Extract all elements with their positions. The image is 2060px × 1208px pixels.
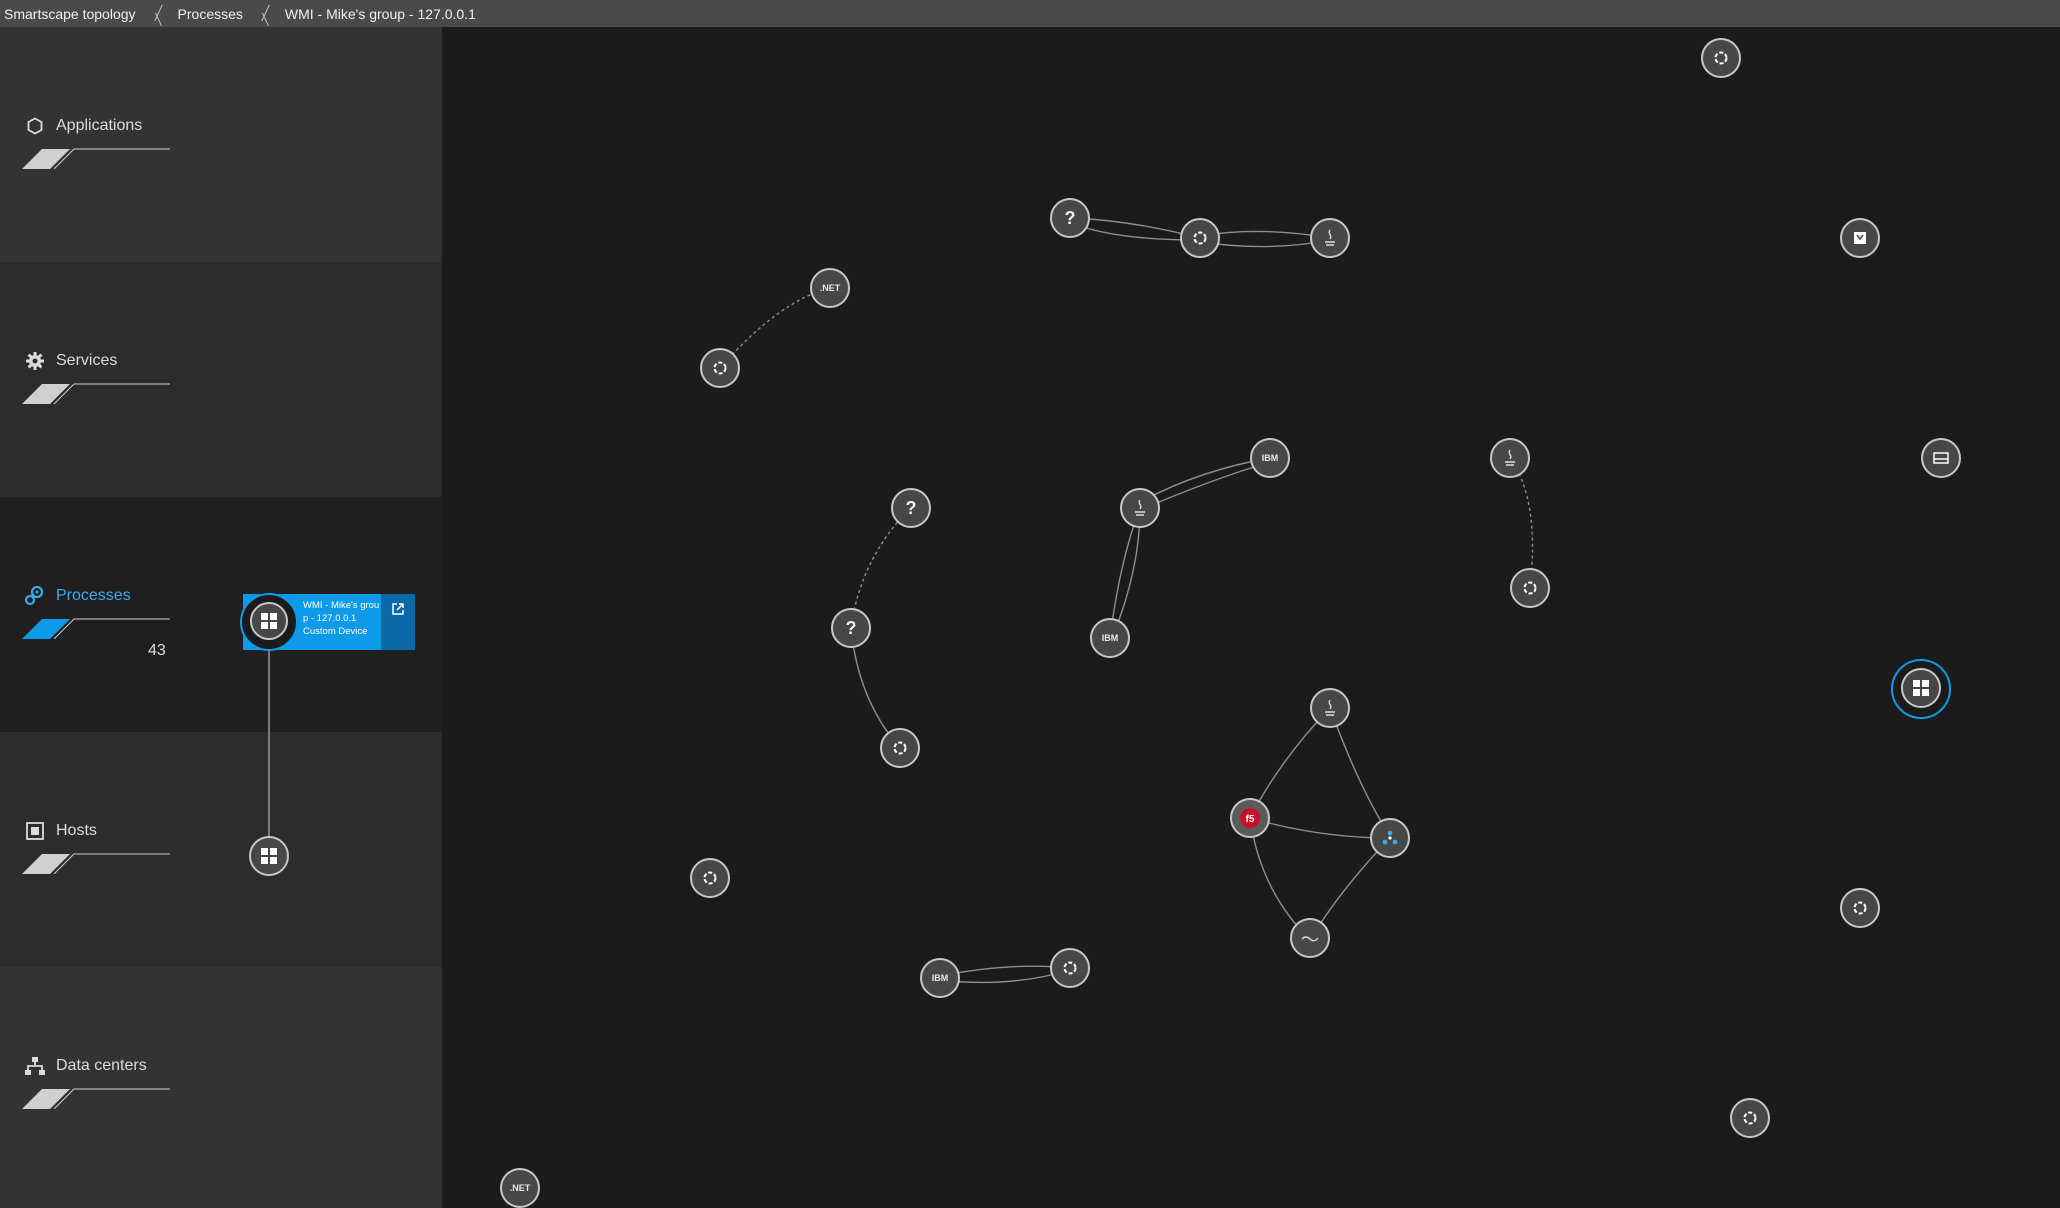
- java-icon: [1135, 499, 1145, 516]
- java-icon: [1325, 229, 1335, 246]
- external-link-icon: [392, 603, 404, 615]
- breadcrumb-bar: Smartscape topology Processes WMI - Mike…: [0, 0, 2060, 27]
- process-node-ibm[interactable]: IBM: [920, 958, 960, 998]
- selected-process-text: WMI - Mike's group - 127.0.0.1 Custom De…: [303, 599, 381, 638]
- process-node-ibm[interactable]: IBM: [1250, 438, 1290, 478]
- generic-process-icon: [1063, 961, 1077, 975]
- process-node-windows-selected[interactable]: [1901, 668, 1941, 708]
- process-node-generic[interactable]: [1510, 568, 1550, 608]
- layer-hosts[interactable]: Hosts: [0, 732, 442, 967]
- generic-process-icon: [1714, 51, 1728, 65]
- selected-process-title: WMI - Mike's group - 127.0.0.1: [303, 600, 380, 624]
- process-node-generic[interactable]: [880, 728, 920, 768]
- layer-header: Applications: [24, 115, 142, 137]
- process-node-unknown[interactable]: ?: [831, 608, 871, 648]
- breadcrumb-smartscape-topology[interactable]: Smartscape topology: [0, 0, 140, 27]
- layer-label: Services: [56, 352, 118, 369]
- topology-canvas[interactable]: [442, 27, 2060, 1208]
- breadcrumb-separator-icon: [255, 0, 269, 27]
- layer-label: Hosts: [56, 822, 97, 839]
- breadcrumb-label: WMI - Mike's group - 127.0.0.1: [284, 5, 476, 22]
- process-node-unknown[interactable]: ?: [891, 488, 931, 528]
- server-icon: [1854, 232, 1866, 244]
- layer-header: Processes: [24, 585, 131, 607]
- generic-process-icon: [713, 361, 727, 375]
- process-node-network[interactable]: [1370, 818, 1410, 858]
- generic-process-icon: [703, 871, 717, 885]
- process-node-dotnet[interactable]: .NET: [500, 1168, 540, 1208]
- ibm-icon: IBM: [931, 973, 949, 983]
- breadcrumb-label: Processes: [177, 5, 243, 22]
- host-icon: [24, 820, 46, 842]
- java-icon: [1325, 699, 1335, 716]
- hexagon-icon: [24, 115, 46, 137]
- layer-data-centers[interactable]: Data centers: [0, 967, 442, 1208]
- process-node-java[interactable]: [1120, 488, 1160, 528]
- network-icon: [1382, 830, 1398, 845]
- process-node-java[interactable]: [1490, 438, 1530, 478]
- process-node-dotnet[interactable]: .NET: [810, 268, 850, 308]
- process-node-storage[interactable]: [1921, 438, 1961, 478]
- breadcrumb-label: Smartscape topology: [4, 5, 136, 22]
- layer-services[interactable]: Services: [0, 262, 442, 497]
- gear-icon: [24, 350, 46, 372]
- storage-icon: [1933, 452, 1949, 464]
- breadcrumb-processes[interactable]: Processes: [174, 0, 247, 27]
- generic-process-icon: [1193, 231, 1207, 245]
- windows-icon: [1913, 680, 1929, 696]
- processes-icon: [24, 585, 46, 607]
- dotnet-icon: .NET: [509, 1183, 531, 1193]
- layer-header: Data centers: [24, 1055, 147, 1077]
- process-node-java[interactable]: [1310, 218, 1350, 258]
- generic-process-icon: [1523, 581, 1537, 595]
- layer-label: Applications: [56, 117, 143, 134]
- layer-applications[interactable]: Applications: [0, 27, 442, 262]
- layer-count: 43: [148, 642, 166, 659]
- process-node-f5[interactable]: f5: [1230, 798, 1270, 838]
- process-node-java[interactable]: [1310, 688, 1350, 728]
- unknown-process-icon: ?: [905, 497, 917, 518]
- process-node-mongodb[interactable]: [1290, 918, 1330, 958]
- breadcrumb-current-process[interactable]: WMI - Mike's group - 127.0.0.1: [281, 0, 480, 27]
- process-node-generic[interactable]: [1050, 948, 1090, 988]
- windows-icon: [261, 848, 277, 864]
- windows-icon: [250, 602, 288, 640]
- process-node-generic[interactable]: [700, 348, 740, 388]
- process-node-ibm[interactable]: IBM: [1090, 618, 1130, 658]
- process-node-generic[interactable]: [1730, 1098, 1770, 1138]
- mongodb-icon: [1301, 936, 1319, 942]
- datacenter-icon: [24, 1055, 46, 1077]
- f5-icon: f5: [1240, 808, 1260, 828]
- selected-process-type: Custom Device: [303, 626, 368, 637]
- process-node-generic[interactable]: [1180, 218, 1220, 258]
- breadcrumb-separator-icon: [148, 0, 162, 27]
- generic-process-icon: [1743, 1111, 1757, 1125]
- process-node-unknown[interactable]: ?: [1050, 198, 1090, 238]
- ibm-icon: IBM: [1101, 633, 1119, 643]
- svg-text:f5: f5: [1246, 814, 1255, 825]
- unknown-process-icon: ?: [1064, 207, 1076, 228]
- layer-header: Services: [24, 350, 117, 372]
- generic-process-icon: [893, 741, 907, 755]
- ibm-icon: IBM: [1261, 453, 1279, 463]
- process-node-generic[interactable]: [690, 858, 730, 898]
- layer-label: Data centers: [56, 1057, 147, 1074]
- layer-label: Processes: [56, 587, 131, 604]
- unknown-process-icon: ?: [845, 617, 857, 638]
- layer-bar-icon: [22, 148, 170, 169]
- host-node-windows[interactable]: [249, 836, 289, 876]
- java-icon: [1505, 449, 1515, 466]
- open-external-button[interactable]: [381, 594, 415, 650]
- process-node-generic[interactable]: [1701, 38, 1741, 78]
- process-node-server[interactable]: [1840, 218, 1880, 258]
- generic-process-icon: [1853, 901, 1867, 915]
- layer-bar-icon: [22, 1088, 170, 1109]
- layer-header: Hosts: [24, 820, 97, 842]
- process-node-generic[interactable]: [1840, 888, 1880, 928]
- layer-bar-icon: [22, 853, 170, 874]
- dotnet-icon: .NET: [819, 283, 841, 293]
- layer-bar-icon: [22, 618, 170, 639]
- layer-bar-icon: [22, 383, 170, 404]
- selected-process-card[interactable]: WMI - Mike's group - 127.0.0.1 Custom De…: [240, 593, 415, 651]
